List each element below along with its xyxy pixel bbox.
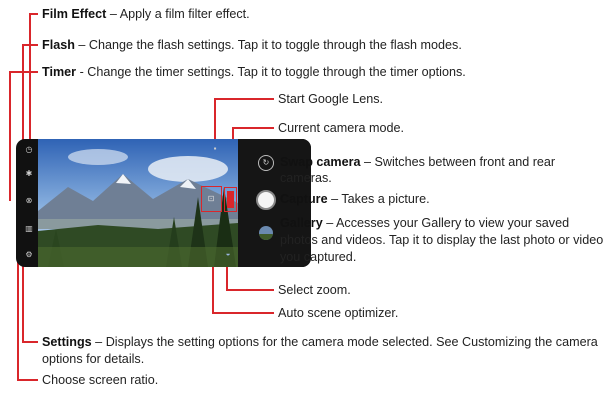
callout-desc: Current camera mode. (278, 121, 404, 135)
callout-film-effect: Film Effect – Apply a film filter effect… (42, 6, 250, 22)
callout-desc: – Apply a film filter effect. (106, 7, 250, 21)
callout-scene-optimizer: Auto scene optimizer. (278, 305, 398, 321)
callout-gallery: Gallery – Accesses your Gallery to view … (280, 215, 610, 266)
ratio-icon[interactable]: ▥ (24, 225, 34, 233)
callout-line (226, 289, 274, 291)
callout-desc: – Change the flash settings. Tap it to t… (74, 38, 462, 52)
lens-icon[interactable]: ▪ (210, 145, 220, 153)
callout-term: Swap camera (280, 155, 361, 169)
callout-desc: Select zoom. (278, 283, 351, 297)
callout-desc: – Takes a picture. (327, 192, 430, 206)
callout-term: Flash (42, 38, 75, 52)
callout-line (17, 379, 38, 381)
callout-desc: Auto scene optimizer. (278, 306, 399, 320)
callout-flash: Flash – Change the flash settings. Tap i… (42, 37, 462, 53)
callout-term: Capture (280, 192, 328, 206)
callout-line (29, 13, 38, 15)
callout-timer: Timer - Change the timer settings. Tap i… (42, 64, 466, 80)
callout-line (212, 312, 274, 314)
callout-line (232, 127, 274, 129)
callout-term: Film Effect (42, 7, 107, 21)
capture-button[interactable] (256, 190, 276, 210)
callout-desc: Choose screen ratio. (42, 373, 159, 387)
callout-line (9, 71, 11, 201)
callout-swap-camera: Swap camera – Switches between front and… (280, 154, 602, 186)
callout-capture: Capture – Takes a picture. (280, 191, 430, 207)
callout-line (22, 341, 38, 343)
callout-line (22, 255, 24, 341)
gear-icon[interactable]: ⚙ (24, 251, 34, 259)
gallery-thumbnail[interactable] (259, 226, 273, 240)
callout-term: Gallery (280, 216, 323, 230)
phone-camera-screen: ◷ ✱ ⊗ ▥ ⚙ ▪ ↻ (16, 139, 311, 267)
scene-optimizer-icon[interactable]: ◒ (223, 250, 233, 258)
callout-line (214, 98, 216, 142)
callout-desc: - Change the timer settings. Tap it to t… (76, 65, 466, 79)
callout-desc: – Displays the setting options for the c… (42, 335, 598, 366)
zoom-icon[interactable]: ⊡ (206, 195, 216, 203)
callout-desc: Start Google Lens. (278, 92, 384, 106)
timer-icon[interactable]: ⊗ (24, 197, 34, 205)
callout-settings: Settings – Displays the setting options … (42, 334, 610, 368)
callout-line (22, 44, 38, 46)
callout-google-lens: Start Google Lens. (278, 91, 383, 107)
callout-line (29, 13, 31, 145)
callout-term: Settings (42, 335, 92, 349)
callout-desc: – Accesses your Gallery to view your sav… (280, 216, 604, 264)
film-icon[interactable]: ◷ (24, 146, 34, 154)
callout-select-zoom: Select zoom. (278, 282, 351, 298)
camera-mode-indicator[interactable] (227, 191, 234, 208)
callout-screen-ratio: Choose screen ratio. (42, 372, 158, 388)
callout-camera-mode: Current camera mode. (278, 120, 404, 136)
callout-line (9, 71, 38, 73)
callout-line (214, 98, 274, 100)
flash-icon[interactable]: ✱ (24, 170, 34, 178)
swap-camera-icon[interactable]: ↻ (258, 155, 274, 171)
callout-term: Timer (42, 65, 77, 79)
